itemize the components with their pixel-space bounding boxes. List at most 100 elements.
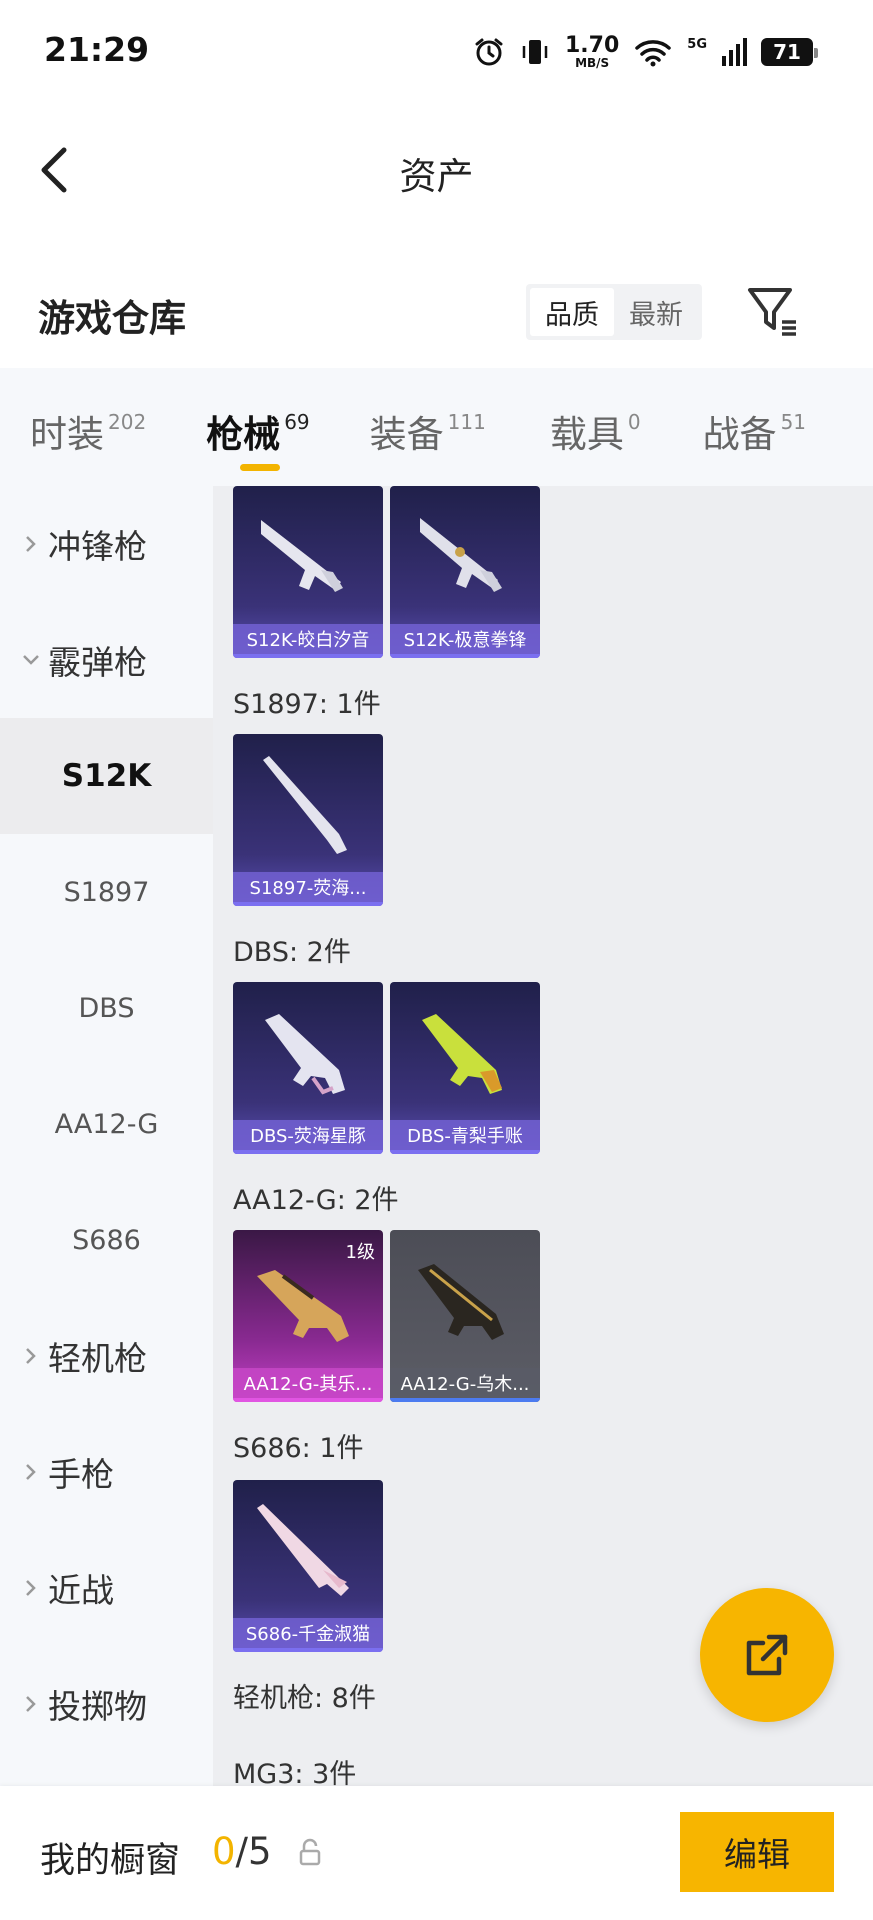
group-label-aa12g: AA12-G: 2件 xyxy=(233,1185,399,1216)
sidebar-item-smg[interactable]: 冲锋枪 xyxy=(0,486,213,602)
app-root: 21:29 1.70 MB/S 5G 71 资产 游戏仓库 品质 最新 时装 2… xyxy=(0,0,873,1920)
wifi-icon xyxy=(635,40,672,67)
item-name: S686-千金淑猫 xyxy=(233,1618,383,1652)
sidebar-item-s12k[interactable]: S12K xyxy=(0,718,213,834)
tab-label: 装备 xyxy=(369,413,444,456)
tab-count: 51 xyxy=(780,410,807,434)
tab-firearms[interactable]: 枪械 69 xyxy=(206,404,310,471)
group-label-lmg: 轻机枪: 8件 xyxy=(233,1683,376,1714)
tab-label: 枪械 xyxy=(206,413,281,456)
lock-icon xyxy=(299,1838,321,1866)
sidebar-item-pistol[interactable]: 手枪 xyxy=(0,1414,213,1530)
showcase-label: 我的橱窗 xyxy=(40,1841,181,1881)
sidebar-item-label: 近战 xyxy=(48,1571,114,1610)
tab-count: 69 xyxy=(284,410,310,434)
status-bar: 21:29 1.70 MB/S 5G 71 xyxy=(0,0,873,104)
tab-label: 载具 xyxy=(549,413,624,456)
sidebar-item-label: 霰弹枪 xyxy=(48,643,147,682)
sidebar-item-throwable[interactable]: 投掷物 xyxy=(0,1646,213,1762)
group-label-dbs: DBS: 2件 xyxy=(233,937,351,968)
item-name: AA12-G-其乐... xyxy=(233,1368,383,1402)
tab-count: 0 xyxy=(627,410,641,434)
tab-fashion[interactable]: 时装 202 xyxy=(30,404,146,458)
sidebar-item-melee[interactable]: 近战 xyxy=(0,1530,213,1646)
group-label-mg3: MG3: 3件 xyxy=(233,1759,357,1786)
item-card[interactable]: S12K-皎白汐音 xyxy=(233,486,383,658)
shotgun-icon xyxy=(265,1014,345,1095)
item-name: S1897-荧海... xyxy=(233,872,383,906)
tab-label: 时装 xyxy=(30,413,104,456)
sidebar-item-lmg[interactable]: 轻机枪 xyxy=(0,1298,213,1414)
shotgun-icon xyxy=(257,1504,349,1596)
sidebar-item-dbs[interactable]: DBS xyxy=(0,950,213,1066)
status-time: 21:29 xyxy=(44,30,150,69)
group-label-s1897: S1897: 1件 xyxy=(233,689,381,720)
sidebar-item-label: 轻机枪 xyxy=(48,1339,147,1378)
shotgun-icon xyxy=(257,1270,349,1342)
external-link-icon xyxy=(746,1634,788,1676)
chevron-right-icon xyxy=(26,1348,36,1364)
alarm-icon xyxy=(475,38,503,66)
item-card[interactable]: S686-千金淑猫 xyxy=(233,1480,383,1652)
chevron-down-icon xyxy=(23,655,39,665)
status-icons: 1.70 MB/S 5G 71 xyxy=(473,30,818,74)
shotgun-icon xyxy=(263,756,347,854)
sidebar-item-label: 投掷物 xyxy=(48,1687,147,1726)
net-speed-unit: MB/S xyxy=(575,56,610,70)
item-name: S12K-皎白汐音 xyxy=(233,624,383,658)
item-name: DBS-荧海星豚 xyxy=(233,1120,383,1154)
net-speed-value: 1.70 xyxy=(565,33,620,58)
signal-type: 5G xyxy=(687,36,707,52)
item-card[interactable]: AA12-G-乌木... xyxy=(390,1230,540,1402)
share-fab[interactable] xyxy=(700,1588,834,1722)
chevron-right-icon xyxy=(26,1464,36,1480)
tab-count: 202 xyxy=(108,410,147,434)
tab-vehicles[interactable]: 载具 0 xyxy=(550,404,641,458)
weapon-category-sidebar: 冲锋枪 霰弹枪 S12K S1897 DBS AA12-G S686 轻机枪 手… xyxy=(0,486,213,1786)
sidebar-item-label: 手枪 xyxy=(48,1455,114,1494)
page-title: 资产 xyxy=(399,155,474,198)
warehouse-title: 游戏仓库 xyxy=(38,297,186,340)
sort-option-latest[interactable]: 最新 xyxy=(614,288,698,336)
net-speed: 1.70 MB/S xyxy=(565,33,620,70)
sort-option-quality[interactable]: 品质 xyxy=(530,288,614,336)
sidebar-item-s1897[interactable]: S1897 xyxy=(0,834,213,950)
vibrate-icon xyxy=(522,40,548,64)
nav-header: 资产 xyxy=(0,104,873,224)
showcase-count-current: 0 xyxy=(212,1830,236,1873)
rifle-icon xyxy=(261,520,343,592)
chevron-right-icon xyxy=(26,1580,36,1596)
item-card[interactable]: DBS-荧海星豚 xyxy=(233,982,383,1154)
tab-count: 111 xyxy=(447,410,486,434)
shotgun-icon xyxy=(418,1264,504,1340)
sidebar-item-label: 冲锋枪 xyxy=(48,527,147,566)
item-name: DBS-青梨手账 xyxy=(390,1120,540,1154)
filter-icon[interactable] xyxy=(744,282,802,340)
rifle-icon xyxy=(420,518,502,592)
showcase-count: 0/5 xyxy=(212,1830,272,1873)
tab-active-indicator xyxy=(240,464,281,471)
item-name: S12K-极意拳锋 xyxy=(390,624,540,658)
sidebar-item-s686[interactable]: S686 xyxy=(0,1182,213,1298)
chevron-right-icon xyxy=(26,536,36,552)
item-card[interactable]: 1级 AA12-G-其乐... xyxy=(233,1230,383,1402)
item-card[interactable]: S1897-荧海... xyxy=(233,734,383,906)
group-label-s686: S686: 1件 xyxy=(233,1433,364,1464)
tab-label: 战备 xyxy=(702,413,777,456)
sort-toggle: 品质 最新 xyxy=(526,284,702,340)
sidebar-item-aa12g[interactable]: AA12-G xyxy=(0,1066,213,1182)
sidebar-item-shotgun[interactable]: 霰弹枪 xyxy=(0,602,213,718)
showcase-bar: 我的橱窗 0/5 编辑 xyxy=(0,1786,873,1920)
category-tabs: 时装 202 枪械 69 装备 111 载具 0 战备 51 xyxy=(0,368,873,486)
item-card[interactable]: S12K-极意拳锋 xyxy=(390,486,540,658)
chevron-right-icon xyxy=(26,1696,36,1712)
edit-button[interactable]: 编辑 xyxy=(680,1812,834,1892)
item-name: AA12-G-乌木... xyxy=(390,1368,540,1402)
battery-icon: 71 xyxy=(761,38,818,66)
tab-supplies[interactable]: 战备 51 xyxy=(703,404,806,458)
item-card[interactable]: DBS-青梨手账 xyxy=(390,982,540,1154)
signal-icon xyxy=(722,38,747,66)
showcase-count-total: /5 xyxy=(235,1830,272,1873)
tab-equipment[interactable]: 装备 111 xyxy=(370,404,486,458)
shotgun-icon xyxy=(422,1014,502,1094)
